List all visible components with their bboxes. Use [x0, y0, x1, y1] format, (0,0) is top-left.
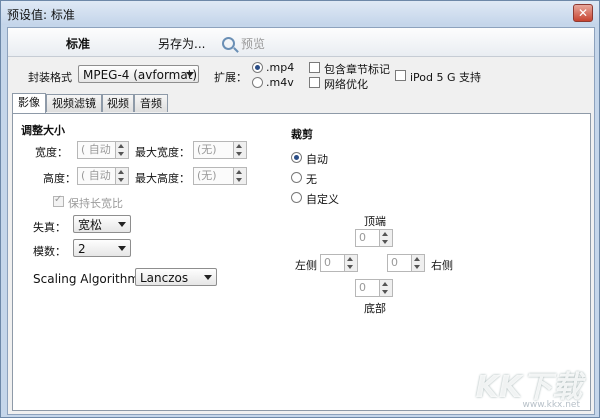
- ipod-support-label: iPod 5 G 支持: [410, 71, 482, 84]
- extension-label: 扩展：: [214, 71, 247, 84]
- preview-button[interactable]: 预览: [222, 35, 265, 52]
- max-height-label: 最大高度：: [135, 172, 190, 185]
- height-value: ( 自动: [81, 169, 111, 182]
- spin-arrows-icon: [379, 280, 392, 296]
- ext-m4v-radio[interactable]: [252, 77, 263, 88]
- crop-none-radio[interactable]: [291, 172, 302, 183]
- max-width-value: (无): [197, 143, 217, 156]
- save-as-button[interactable]: 另存为...: [158, 35, 205, 52]
- keep-aspect-label: 保持长宽比: [68, 197, 123, 210]
- modulus-select[interactable]: 2: [73, 239, 131, 257]
- format-value: MPEG-4 (avformat): [83, 68, 198, 82]
- width-label: 宽度：: [35, 146, 68, 159]
- crop-none-label: 无: [306, 173, 317, 186]
- tab-picture[interactable]: 影像: [12, 93, 46, 113]
- format-label: 封装格式: [28, 71, 72, 84]
- crop-top-label: 顶端: [364, 215, 386, 228]
- magnifier-icon: [222, 37, 235, 50]
- watermark-url: www.kkx.net: [522, 400, 581, 410]
- crop-title: 裁剪: [291, 128, 313, 141]
- max-height-stepper[interactable]: (无): [193, 167, 247, 185]
- crop-left-value: 0: [324, 256, 331, 269]
- spin-arrows-icon: [379, 230, 392, 246]
- max-width-stepper[interactable]: (无): [193, 141, 247, 159]
- web-optimized-label: 网络优化: [324, 78, 368, 91]
- crop-top-value: 0: [359, 231, 366, 244]
- scaling-select[interactable]: Lanczos: [135, 268, 217, 286]
- preview-label: 预览: [241, 37, 266, 51]
- ext-mp4-label: .mp4: [266, 61, 295, 74]
- crop-auto-label: 自动: [306, 153, 328, 166]
- crop-custom-radio[interactable]: [291, 192, 302, 203]
- modulus-value: 2: [78, 242, 86, 256]
- chapter-markers-checkbox[interactable]: [309, 62, 320, 73]
- window-title: 预设值: 标准: [7, 8, 75, 22]
- crop-auto-radio[interactable]: [291, 152, 302, 163]
- anamorphic-label: 失真：: [33, 221, 66, 234]
- ext-mp4-radio[interactable]: [252, 62, 263, 73]
- close-button[interactable]: ✕: [573, 4, 593, 22]
- ext-m4v-label: .m4v: [266, 76, 294, 89]
- crop-bottom-value: 0: [359, 281, 366, 294]
- anamorphic-value: 宽松: [78, 218, 103, 232]
- crop-right-value: 0: [391, 256, 398, 269]
- modulus-label: 模数：: [33, 245, 66, 258]
- scaling-value: Lanczos: [140, 271, 189, 285]
- tab-video-filters[interactable]: 视频滤镜: [46, 94, 102, 112]
- spin-arrows-icon: [115, 168, 128, 184]
- chevron-down-icon: [118, 222, 126, 227]
- anamorphic-select[interactable]: 宽松: [73, 215, 131, 233]
- spin-arrows-icon: [411, 255, 424, 271]
- client-area: 标准 另存为... 预览 封装格式 MPEG-4 (avformat) 扩展： …: [7, 27, 595, 415]
- spin-arrows-icon: [344, 255, 357, 271]
- height-label: 高度：: [43, 172, 76, 185]
- title-bar[interactable]: 预设值: 标准 ✕: [1, 1, 599, 25]
- tab-video[interactable]: 视频: [102, 94, 134, 112]
- crop-right-label: 右侧: [431, 259, 453, 272]
- format-select[interactable]: MPEG-4 (avformat): [78, 65, 199, 83]
- resize-title: 调整大小: [21, 124, 65, 137]
- scaling-label: Scaling Algorithm:: [33, 272, 144, 286]
- crop-top-stepper[interactable]: 0: [355, 229, 393, 247]
- width-value: ( 自动: [81, 143, 111, 156]
- web-optimized-checkbox[interactable]: [309, 77, 320, 88]
- crop-custom-label: 自定义: [306, 193, 339, 206]
- spin-arrows-icon: [115, 142, 128, 158]
- max-width-label: 最大宽度：: [135, 146, 190, 159]
- spin-arrows-icon: [233, 142, 246, 158]
- width-stepper[interactable]: ( 自动: [77, 141, 129, 159]
- picture-panel: 调整大小 宽度： ( 自动 最大宽度： (无) 高度： ( 自动 最大高度： (…: [12, 113, 591, 411]
- tab-audio[interactable]: 音频: [134, 94, 168, 112]
- chapter-markers-label: 包含章节标记: [324, 63, 390, 76]
- max-height-value: (无): [197, 169, 217, 182]
- chevron-down-icon: [204, 275, 212, 280]
- spin-arrows-icon: [233, 168, 246, 184]
- preset-window: 预设值: 标准 ✕ 标准 另存为... 预览 封装格式 MPEG-4 (avfo…: [0, 0, 600, 418]
- crop-left-stepper[interactable]: 0: [320, 254, 358, 272]
- chevron-down-icon: [118, 246, 126, 251]
- preset-name-button[interactable]: 标准: [66, 35, 90, 52]
- chevron-down-icon: [186, 72, 194, 77]
- toolbar: 标准 另存为... 预览: [8, 28, 594, 57]
- crop-bottom-stepper[interactable]: 0: [355, 279, 393, 297]
- height-stepper[interactable]: ( 自动: [77, 167, 129, 185]
- crop-bottom-label: 底部: [364, 302, 386, 315]
- keep-aspect-checkbox[interactable]: [53, 194, 64, 207]
- ipod-support-checkbox[interactable]: [395, 70, 406, 81]
- crop-right-stepper[interactable]: 0: [387, 254, 425, 272]
- crop-left-label: 左侧: [295, 259, 317, 272]
